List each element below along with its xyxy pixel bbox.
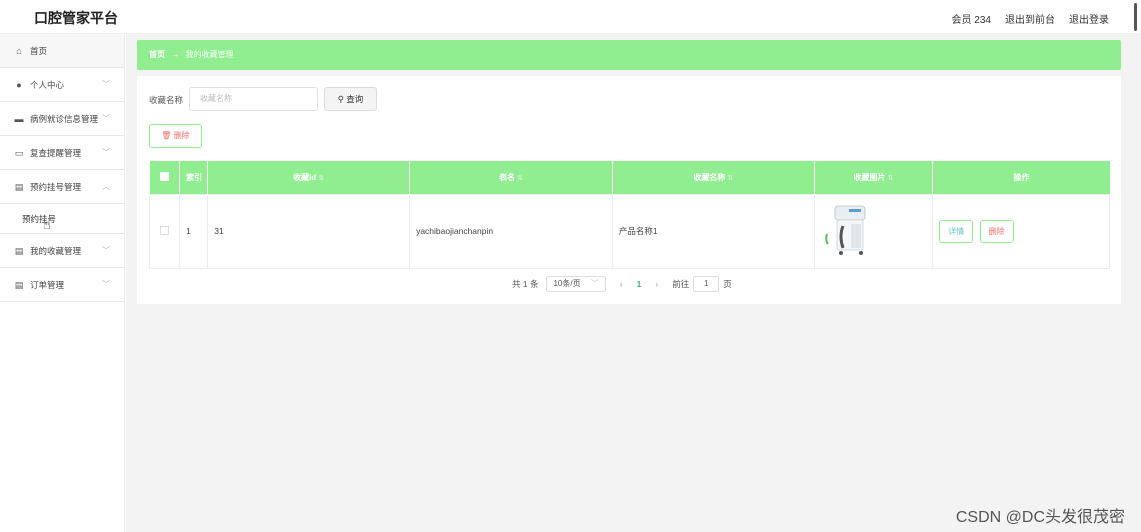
breadcrumb-current: 我的收藏管理 xyxy=(185,50,234,59)
sidebar-item-label: 我的收藏管理 xyxy=(30,245,82,256)
page-number[interactable]: 1 xyxy=(637,279,642,289)
top-header: 口腔管家平台 会员 234 退出到前台 退出登录 xyxy=(0,0,1141,34)
search-icon: ⚲ xyxy=(337,94,344,104)
sidebar-item-favorites[interactable]: ▤ 我的收藏管理 ﹀ xyxy=(0,234,124,268)
chevron-down-icon: ﹀ xyxy=(102,114,110,123)
sidebar-item-label: 订单管理 xyxy=(30,279,65,290)
search-button-label: 查询 xyxy=(346,94,364,104)
row-table-name: yachibaojianchanpin xyxy=(409,193,613,269)
row-fav-id: 31 xyxy=(207,193,411,269)
watermark: CSDN @DC头发很茂密 xyxy=(955,509,1125,526)
favorites-table: 索引 收藏id ⇅ 表名 ⇅ 收藏名称 ⇅ 收藏图片 ⇅ 操作 1 31 yac… xyxy=(148,161,1110,269)
col-fav-id[interactable]: 收藏id ⇅ xyxy=(207,161,411,194)
logout-link[interactable]: 退出登录 xyxy=(1069,11,1109,26)
sidebar-item-label: 预约挂号管理 xyxy=(30,181,82,192)
user-icon: ● xyxy=(16,79,22,90)
table-header-row: 索引 收藏id ⇅ 表名 ⇅ 收藏名称 ⇅ 收藏图片 ⇅ 操作 xyxy=(149,161,1110,194)
product-image xyxy=(824,205,866,255)
next-page-icon[interactable]: › xyxy=(655,279,658,289)
scrollbar[interactable] xyxy=(1134,3,1137,31)
sort-icon[interactable]: ⇅ xyxy=(517,175,523,182)
sidebar-item-label: 病例就诊信息管理 xyxy=(30,113,99,124)
sidebar: ⌂ 首页 ● 个人中心 ﹀ ▬ 病例就诊信息管理 ﹀ ▭ 复查提醒管理 ﹀ ▤ … xyxy=(0,34,125,532)
sidebar-item-label: 首页 xyxy=(30,45,48,56)
sidebar-item-label: 复查提醒管理 xyxy=(30,147,82,158)
col-table-name[interactable]: 表名 ⇅ xyxy=(409,161,613,194)
batch-delete-button[interactable]: 🗑 删除 xyxy=(149,124,202,148)
chart-icon: ▭ xyxy=(14,147,24,158)
col-fav-image[interactable]: 收藏图片 ⇅ xyxy=(814,161,934,194)
detail-button[interactable]: 详情 xyxy=(939,219,974,243)
chevron-down-icon: ﹀ xyxy=(102,280,110,289)
document-icon: ▤ xyxy=(14,245,24,256)
sidebar-item-review[interactable]: ▭ 复查提醒管理 ﹀ xyxy=(0,136,124,170)
search-input[interactable]: 收藏名称 xyxy=(189,87,318,111)
col-actions: 操作 xyxy=(932,161,1110,194)
col-fav-name[interactable]: 收藏名称 ⇅ xyxy=(612,161,815,194)
goto-input[interactable]: 1 xyxy=(693,276,720,292)
breadcrumb-arrow-icon: → xyxy=(171,50,180,59)
select-all-checkbox[interactable] xyxy=(159,171,169,181)
row-checkbox[interactable] xyxy=(160,225,170,235)
header-actions: 会员 234 退出到前台 退出登录 xyxy=(952,11,1109,26)
sort-icon[interactable]: ⇅ xyxy=(727,175,733,182)
chevron-up-icon: ︿ xyxy=(102,182,110,191)
prev-page-icon[interactable]: ‹ xyxy=(620,279,623,289)
sidebar-item-cases[interactable]: ▬ 病例就诊信息管理 ﹀ xyxy=(0,102,124,136)
col-index: 索引 xyxy=(179,161,209,194)
row-image-cell xyxy=(813,193,934,269)
chevron-down-icon: ﹀ xyxy=(102,80,110,89)
app-title: 口腔管家平台 xyxy=(34,10,118,26)
sidebar-item-label: 个人中心 xyxy=(30,79,65,90)
row-fav-name: 产品名称1 xyxy=(611,193,815,269)
col-fav-id-label: 收藏id xyxy=(293,172,317,182)
total-count: 共 1 条 xyxy=(512,279,539,289)
col-fav-name-label: 收藏名称 xyxy=(693,172,726,182)
sort-icon[interactable]: ⇅ xyxy=(888,175,894,182)
delete-label: 删除 xyxy=(173,131,190,140)
chevron-down-icon: ﹀ xyxy=(590,279,599,288)
document-icon: ▤ xyxy=(14,279,24,290)
search-button[interactable]: ⚲ 查询 xyxy=(324,87,377,111)
sidebar-item-home[interactable]: ⌂ 首页 xyxy=(0,34,124,68)
member-name: 会员 234 xyxy=(951,15,991,26)
page-unit: 页 xyxy=(723,279,732,289)
chevron-down-icon: ﹀ xyxy=(102,246,110,255)
to-front-link[interactable]: 退出到前台 xyxy=(1005,11,1055,26)
document-icon: ▤ xyxy=(14,181,24,192)
message-icon: ▬ xyxy=(14,113,24,124)
search-label: 收藏名称 xyxy=(149,95,184,105)
breadcrumb: 首页 → 我的收藏管理 xyxy=(137,40,1121,70)
col-table-name-label: 表名 xyxy=(499,172,516,182)
sidebar-item-orders[interactable]: ▤ 订单管理 ﹀ xyxy=(0,268,124,302)
row-select-cell xyxy=(148,193,181,269)
breadcrumb-home[interactable]: 首页 xyxy=(149,50,165,59)
table-row: 1 31 yachibaojianchanpin 产品名称1 详情 删除 xyxy=(148,193,1110,269)
sidebar-item-appointment[interactable]: ▤ 预约挂号管理 ︿ xyxy=(0,170,124,204)
select-all-cell xyxy=(149,161,181,194)
pagination: 共 1 条 10条/页 ﹀ ‹ 1 › 前往 1 页 xyxy=(512,276,732,292)
page-size-select[interactable]: 10条/页 ﹀ xyxy=(546,276,606,292)
row-index: 1 xyxy=(179,193,209,269)
col-fav-image-label: 收藏图片 xyxy=(853,172,886,182)
sidebar-subitem-appointment[interactable]: 预约挂号 ☝ xyxy=(0,204,124,234)
row-actions: 详情 删除 xyxy=(932,193,1110,269)
content-panel: 收藏名称 收藏名称 ⚲ 查询 🗑 删除 索引 收藏id ⇅ 表名 ⇅ 收藏名称 ⇅ xyxy=(137,76,1121,304)
chevron-down-icon: ﹀ xyxy=(102,148,110,157)
page-size-value: 10条/页 xyxy=(553,279,581,288)
sort-icon[interactable]: ⇅ xyxy=(318,175,324,182)
delete-button[interactable]: 删除 xyxy=(979,219,1014,243)
home-icon: ⌂ xyxy=(16,45,22,56)
sidebar-item-personal[interactable]: ● 个人中心 ﹀ xyxy=(0,68,124,102)
goto-label: 前往 xyxy=(672,279,690,289)
trash-icon: 🗑 xyxy=(161,131,172,140)
